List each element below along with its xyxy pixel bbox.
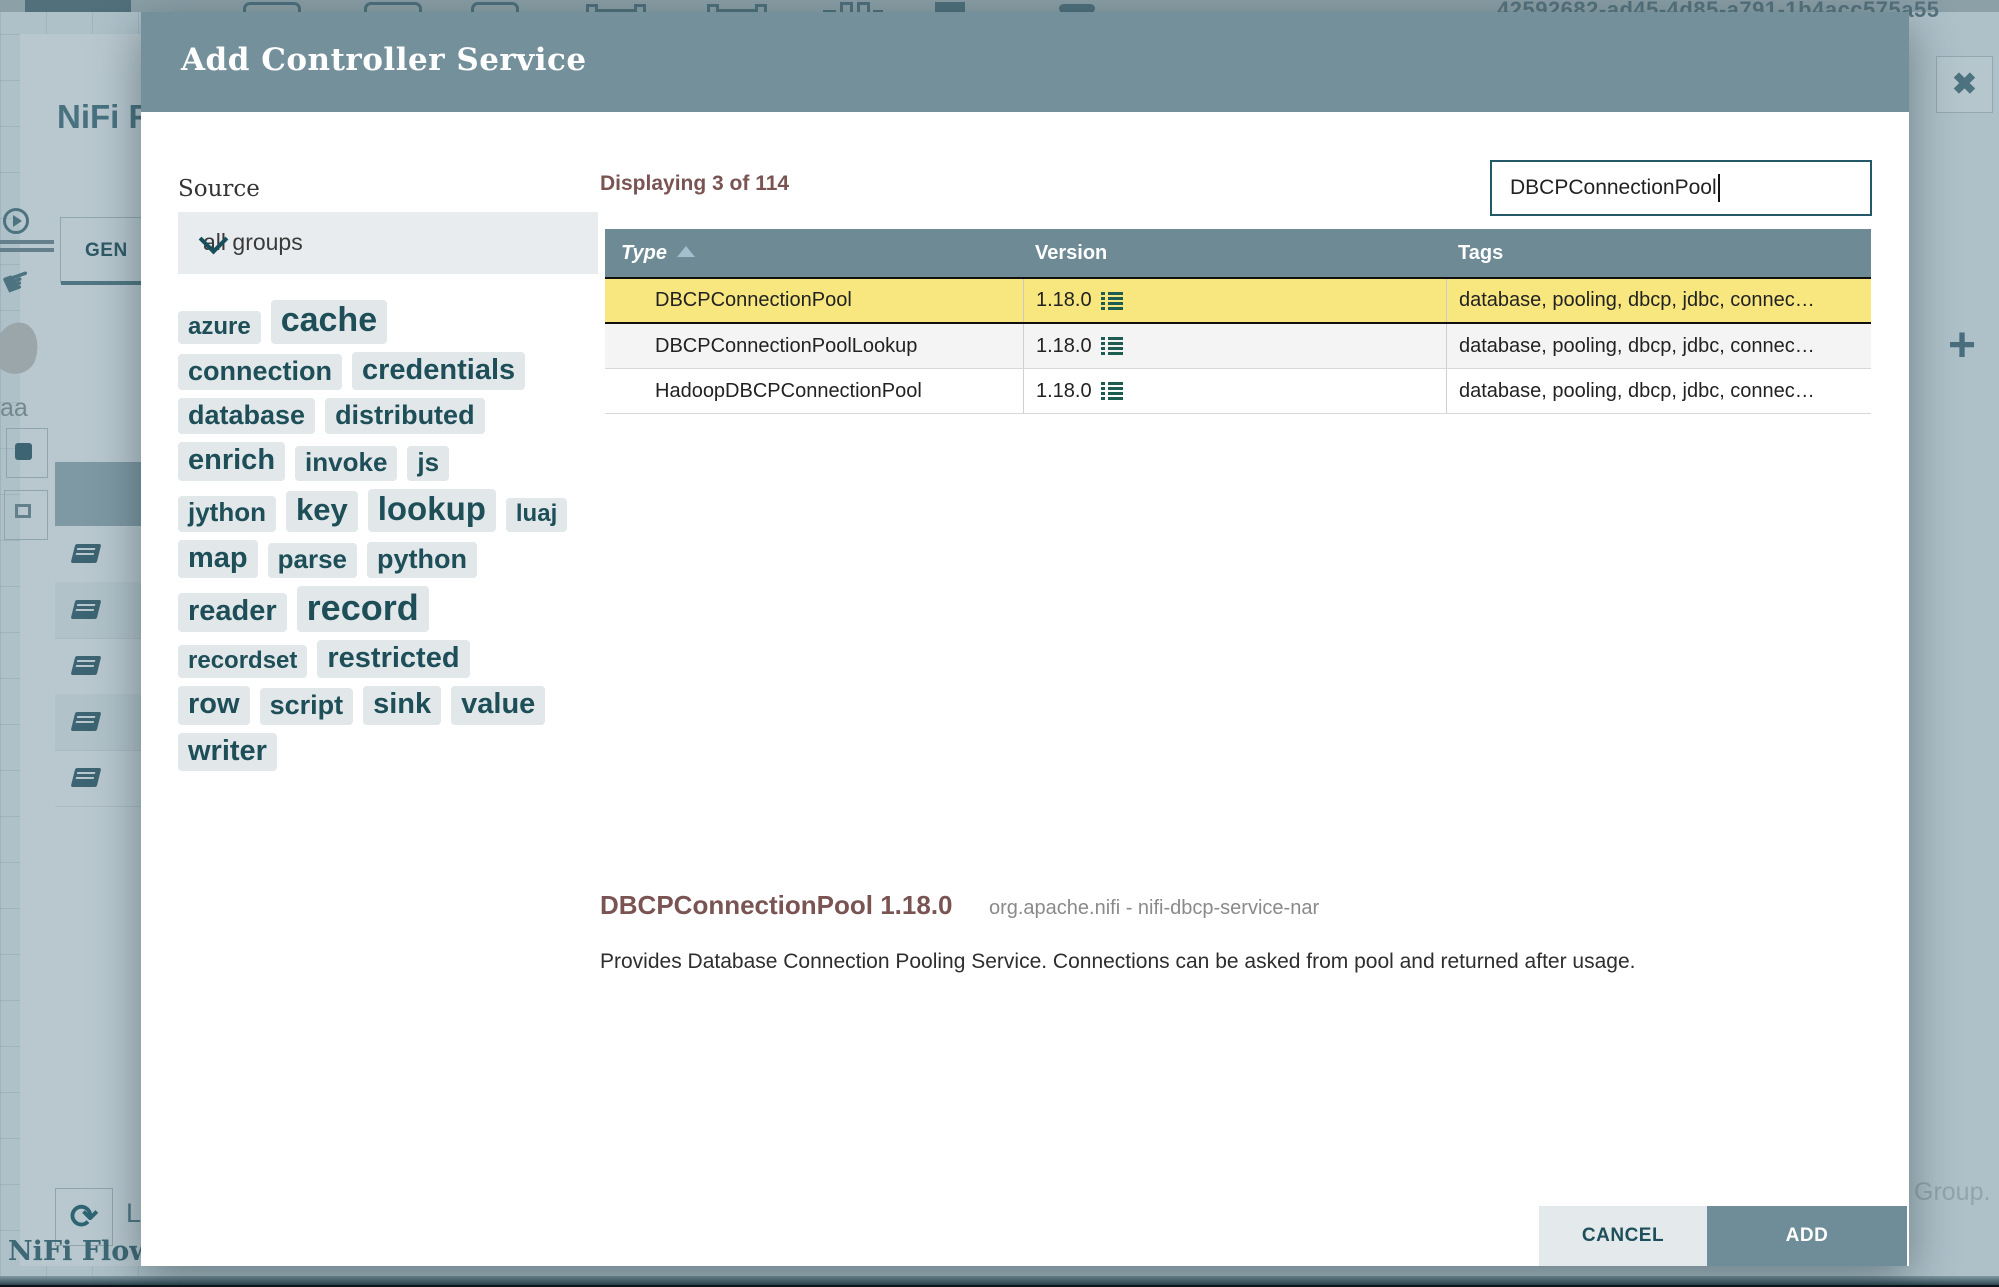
service-version: 1.18.0 <box>1023 279 1446 322</box>
background-service-row <box>55 694 155 751</box>
tag-pill-js[interactable]: js <box>407 445 450 481</box>
tag-pill-cache[interactable]: cache <box>270 300 388 344</box>
background-service-row <box>55 526 155 583</box>
source-label: Source <box>178 176 260 202</box>
tag-line: reader record <box>178 585 648 632</box>
tag-line: map parse python <box>178 539 648 578</box>
tag-pill-key[interactable]: key <box>286 491 358 532</box>
background-table-header <box>55 462 155 526</box>
service-tags: database, pooling, dbcp, jdbc, connec… <box>1446 369 1871 413</box>
service-detail-title: DBCPConnectionPool 1.18.0 <box>600 890 953 920</box>
tag-pill-writer[interactable]: writer <box>178 732 277 772</box>
list-icon <box>1100 382 1123 400</box>
service-version: 1.18.0 <box>1023 324 1446 368</box>
column-header-tags[interactable]: Tags <box>1446 242 1871 265</box>
add-controller-service-dialog: Add Controller Service Source all groups… <box>141 12 1909 1266</box>
cancel-button[interactable]: CANCEL <box>1539 1206 1707 1266</box>
tag-pill-value[interactable]: value <box>451 686 546 725</box>
canvas-text-aa: aa <box>0 394 28 422</box>
dialog-buttons: CANCEL ADD <box>1539 1206 1907 1266</box>
square-box-icon <box>4 490 48 540</box>
background-service-row <box>55 638 155 695</box>
screen: 42592682-ad45-4d85-a791-1b4acc575a55 ✖ +… <box>0 0 1999 1287</box>
ruler-lines-icon <box>0 240 54 244</box>
background-dialog-title: NiFi F <box>57 98 149 135</box>
book-icon <box>70 768 102 787</box>
tag-line: connection credentials <box>178 351 648 391</box>
tag-line: row script sink value <box>178 686 648 725</box>
book-icon <box>70 712 102 731</box>
tag-pill-database[interactable]: database <box>178 398 316 435</box>
play-circle-icon <box>3 208 29 234</box>
service-detail-bundle: org.apache.nifi - nifi-dbcp-service-nar <box>988 897 1320 919</box>
service-version: 1.18.0 <box>1023 369 1446 413</box>
tag-pill-restricted[interactable]: restricted <box>317 639 470 679</box>
tag-line: writer <box>178 732 648 772</box>
background-text-group: Group. <box>1914 1178 1991 1206</box>
background-service-row <box>55 750 155 807</box>
service-tags: database, pooling, dbcp, jdbc, connec… <box>1446 324 1871 368</box>
tag-pill-invoke[interactable]: invoke <box>295 445 398 481</box>
filter-input[interactable]: DBCPConnectionPool <box>1490 160 1872 216</box>
book-icon <box>70 600 102 619</box>
text-caret <box>1717 174 1720 202</box>
tag-pill-row[interactable]: row <box>178 686 250 725</box>
book-icon <box>70 656 102 675</box>
tag-pill-script[interactable]: script <box>259 688 354 725</box>
tag-pill-parse[interactable]: parse <box>267 542 358 578</box>
filter-input-value: DBCPConnectionPool <box>1510 176 1717 199</box>
list-icon <box>1100 337 1123 355</box>
tag-pill-jython[interactable]: jython <box>178 496 276 532</box>
breadcrumb[interactable]: NiFi Flow <box>8 1236 152 1267</box>
service-detail: DBCPConnectionPool 1.18.0 org.apache.nif… <box>600 890 1860 921</box>
tag-pill-recordset[interactable]: recordset <box>178 645 308 679</box>
column-header-version[interactable]: Version <box>1023 242 1446 265</box>
services-table: Type Version Tags DBCPConnectionPool 1.1… <box>605 229 1871 414</box>
tag-pill-record[interactable]: record <box>296 585 429 632</box>
background-service-row <box>55 582 155 639</box>
tag-pill-connection[interactable]: connection <box>178 353 343 391</box>
tag-pill-lookup[interactable]: lookup <box>367 488 496 532</box>
service-type: DBCPConnectionPoolLookup <box>655 334 918 357</box>
bottom-status-strip <box>0 1276 1999 1287</box>
dialog-title: Add Controller Service <box>181 42 587 78</box>
displaying-count: Displaying 3 of 114 <box>600 172 790 195</box>
table-row[interactable]: DBCPConnectionPool 1.18.0 database, pool… <box>605 277 1871 324</box>
service-tags: database, pooling, dbcp, jdbc, connec… <box>1446 279 1871 322</box>
tag-cloud: azure cache connection credentials database d… <box>178 300 648 779</box>
tag-line: jython key lookup luaj <box>178 488 648 532</box>
table-header-row: Type Version Tags <box>605 229 1871 277</box>
plus-icon[interactable]: + <box>1948 318 1976 373</box>
sort-asc-icon <box>676 245 695 257</box>
table-row[interactable]: HadoopDBCPConnectionPool 1.18.0 database… <box>605 369 1871 414</box>
tag-pill-azure[interactable]: azure <box>178 310 261 344</box>
tag-pill-luaj[interactable]: luaj <box>505 498 568 532</box>
tag-pill-sink[interactable]: sink <box>363 686 442 725</box>
tag-pill-reader[interactable]: reader <box>178 593 287 632</box>
service-type: HadoopDBCPConnectionPool <box>655 379 922 402</box>
tag-line: azure cache <box>178 300 648 344</box>
column-header-type[interactable]: Type <box>605 242 1023 265</box>
puzzle-box-icon <box>6 428 48 478</box>
table-row[interactable]: DBCPConnectionPoolLookup 1.18.0 database… <box>605 324 1871 369</box>
service-detail-description: Provides Database Connection Pooling Ser… <box>600 950 1636 973</box>
service-type: DBCPConnectionPool <box>655 289 852 311</box>
close-icon[interactable]: ✖ <box>1936 56 1993 113</box>
tag-pill-enrich[interactable]: enrich <box>178 442 286 481</box>
nifi-logo <box>25 0 131 12</box>
tag-pill-map[interactable]: map <box>178 539 258 578</box>
tag-pill-credentials[interactable]: credentials <box>352 351 526 391</box>
source-select[interactable]: all groups <box>178 212 598 274</box>
tag-pill-python[interactable]: python <box>367 541 478 578</box>
tag-pill-distributed[interactable]: distributed <box>325 398 485 435</box>
tag-line: database distributed <box>178 398 648 435</box>
list-icon <box>1100 291 1123 310</box>
book-icon <box>70 544 102 563</box>
tag-line: enrich invoke js <box>178 442 648 481</box>
dialog-header: Add Controller Service <box>141 12 1909 112</box>
tag-line: recordset restricted <box>178 639 648 679</box>
add-button[interactable]: ADD <box>1707 1206 1907 1266</box>
